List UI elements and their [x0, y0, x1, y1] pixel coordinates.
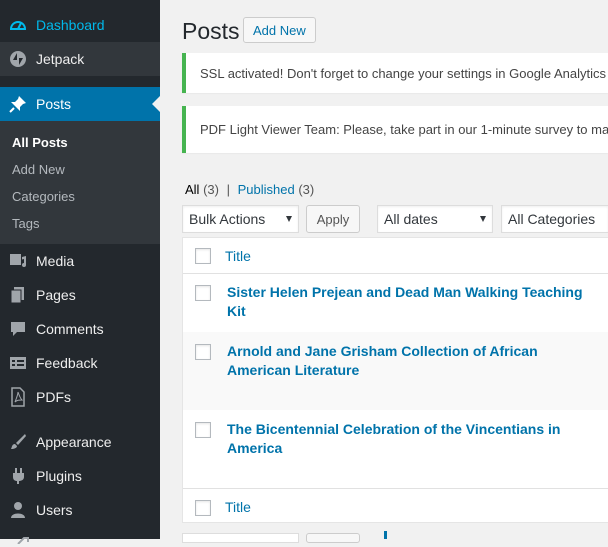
menu-feedback-label: Feedback	[36, 355, 98, 371]
media-icon	[8, 251, 28, 271]
bulk-actions-select-bottom[interactable]	[182, 533, 299, 543]
menu-jetpack[interactable]: Jetpack	[0, 42, 160, 76]
date-filter-value: All dates	[384, 211, 438, 227]
status-filters: All (3) | Published (3)	[185, 182, 314, 197]
feedback-icon	[8, 353, 28, 373]
bulk-actions-select[interactable]: Bulk Actions	[182, 205, 299, 233]
row-checkbox[interactable]	[195, 422, 211, 438]
pdf-viewer-notice: PDF Light Viewer Team: Please, take part…	[182, 106, 608, 153]
pushpin-icon	[8, 94, 28, 114]
menu-plugins-label: Plugins	[36, 468, 82, 484]
chevron-down-icon	[480, 216, 486, 222]
header-divider	[183, 273, 608, 274]
paintbrush-icon	[8, 432, 28, 452]
submenu-all-posts[interactable]: All Posts	[12, 135, 68, 150]
post-title-link[interactable]: Sister Helen Prejean and Dead Man Walkin…	[227, 283, 597, 321]
select-all-checkbox[interactable]	[195, 248, 211, 264]
apply-button[interactable]: Apply	[306, 205, 360, 233]
main-content: Posts Add New SSL activated! Don't forge…	[160, 0, 608, 543]
submenu-add-new[interactable]: Add New	[12, 162, 65, 177]
scroll-indicator	[384, 531, 387, 539]
column-footer-title[interactable]: Title	[225, 499, 251, 515]
menu-media[interactable]: Media	[0, 244, 160, 278]
filter-published-count: (3)	[298, 182, 315, 197]
filter-all-count: (3)	[203, 182, 219, 197]
pdf-icon	[8, 387, 28, 407]
select-all-checkbox-footer[interactable]	[195, 500, 211, 516]
ssl-notice: SSL activated! Don't forget to change yo…	[182, 53, 608, 93]
menu-feedback[interactable]: Feedback	[0, 346, 160, 380]
plugins-icon	[8, 466, 28, 486]
menu-comments[interactable]: Comments	[0, 312, 160, 346]
menu-plugins[interactable]: Plugins	[0, 459, 160, 493]
posts-table: Title Sister Helen Prejean and Dead Man …	[182, 237, 608, 523]
date-filter-select[interactable]: All dates	[377, 205, 493, 233]
users-icon	[8, 500, 28, 520]
bulk-actions-value: Bulk Actions	[189, 211, 266, 227]
menu-pages[interactable]: Pages	[0, 278, 160, 312]
table-row: Arnold and Jane Grisham Collection of Af…	[183, 332, 608, 410]
menu-media-label: Media	[36, 253, 75, 269]
row-checkbox[interactable]	[195, 285, 211, 301]
category-filter-select[interactable]: All Categories	[501, 205, 608, 233]
menu-dashboard[interactable]: Dashboard	[0, 8, 160, 42]
pdf-viewer-notice-text: PDF Light Viewer Team: Please, take part…	[200, 122, 608, 137]
filter-separator: |	[226, 182, 230, 197]
menu-posts[interactable]: Posts	[0, 87, 160, 121]
comments-icon	[8, 319, 28, 339]
menu-appearance[interactable]: Appearance	[0, 425, 160, 459]
footer-divider	[183, 488, 608, 489]
column-header-title[interactable]: Title	[225, 248, 251, 264]
category-filter-value: All Categories	[508, 211, 596, 227]
tools-icon[interactable]	[16, 531, 30, 547]
menu-users-label: Users	[36, 502, 73, 518]
filter-published[interactable]: Published	[238, 182, 295, 197]
menu-pdfs-label: PDFs	[36, 389, 71, 405]
menu-posts-label: Posts	[36, 96, 72, 112]
page-title: Posts	[182, 18, 240, 44]
row-checkbox[interactable]	[195, 344, 211, 360]
filter-all[interactable]: All	[185, 182, 199, 197]
active-indicator	[152, 96, 160, 112]
submenu-categories[interactable]: Categories	[12, 189, 75, 204]
apply-button-bottom[interactable]	[306, 533, 360, 543]
menu-pdfs[interactable]: PDFs	[0, 380, 160, 414]
add-new-button[interactable]: Add New	[243, 17, 316, 43]
post-title-link[interactable]: The Bicentennial Celebration of the Vinc…	[227, 420, 597, 458]
posts-submenu: All Posts Add New Categories Tags	[0, 121, 160, 244]
dashboard-icon	[8, 15, 28, 35]
submenu-tags[interactable]: Tags	[12, 216, 39, 231]
pages-icon	[8, 285, 28, 305]
menu-appearance-label: Appearance	[36, 434, 112, 450]
ssl-notice-text: SSL activated! Don't forget to change yo…	[200, 65, 608, 81]
menu-users[interactable]: Users	[0, 493, 160, 527]
menu-comments-label: Comments	[36, 321, 104, 337]
admin-sidebar: Dashboard Jetpack Posts All Posts Add Ne…	[0, 0, 160, 545]
menu-pages-label: Pages	[36, 287, 76, 303]
menu-jetpack-label: Jetpack	[36, 51, 85, 67]
menu-dashboard-label: Dashboard	[36, 17, 105, 33]
jetpack-icon	[8, 49, 28, 69]
chevron-down-icon	[286, 216, 292, 222]
post-title-link[interactable]: Arnold and Jane Grisham Collection of Af…	[227, 342, 597, 380]
